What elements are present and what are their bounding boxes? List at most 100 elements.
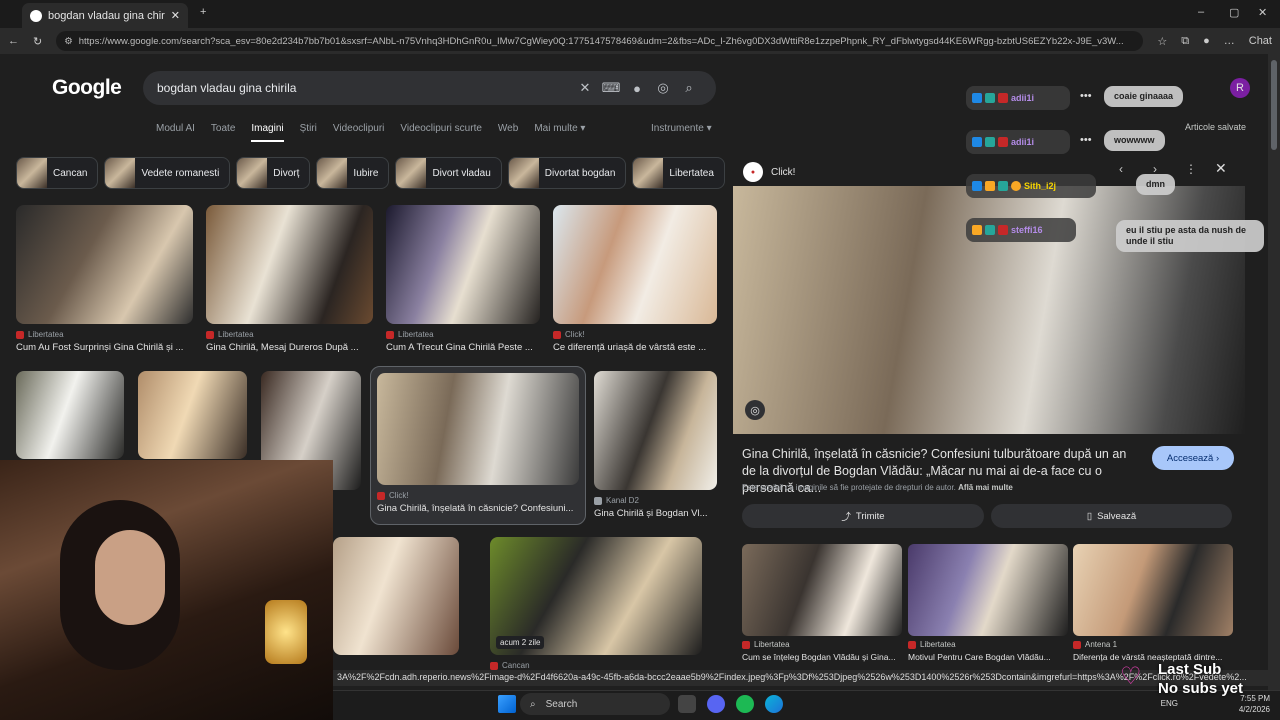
page-scrollbar[interactable] [1268,54,1280,697]
edge-icon[interactable] [765,695,783,713]
clear-icon[interactable]: ✕ [572,80,598,96]
result-thumbnail [206,205,373,324]
related-source: Libertatea [742,640,902,649]
search-input[interactable]: bogdan vladau gina chirila [157,81,572,95]
close-window-icon[interactable]: ✕ [1258,6,1267,19]
lens-icon[interactable]: ◎ [650,80,676,96]
learn-more-link[interactable]: Află mai multe [958,483,1013,492]
task-view-icon[interactable] [678,695,696,713]
tab-videos[interactable]: Videoclipuri [333,123,385,142]
related-image[interactable]: Libertatea Motivul Pentru Care Bogdan Vl… [908,544,1068,662]
chip-iubire[interactable]: Iubire [316,157,390,189]
microphone-icon[interactable]: ● [624,81,650,96]
chip-libertatea[interactable]: Libertatea [632,157,725,189]
image-result[interactable]: Kanal D2 Gina Chirilă și Bogdan Vl... [594,371,717,519]
url-text: https://www.google.com/search?sca_esv=80… [78,35,1124,47]
image-result[interactable] [16,371,124,459]
spotify-icon[interactable] [736,695,754,713]
taskbar-search[interactable]: ⌕ Search [520,693,670,715]
close-tab-icon[interactable]: ✕ [171,9,180,22]
extensions-icon[interactable]: ⧉ [1181,35,1189,48]
related-source: Antena 1 [1073,640,1233,649]
menu-dots-icon[interactable]: … [1224,35,1235,47]
tab-short-videos[interactable]: Videoclipuri scurte [400,123,482,142]
share-button[interactable]: ⤴ Trimite [742,504,984,528]
last-sub-widget: Last Sub No subs yet [1158,660,1243,698]
tab-more[interactable]: Mai multe ▾ [534,123,585,142]
save-button[interactable]: ▯ Salvează [991,504,1232,528]
image-result[interactable]: Libertatea Gina Chirilă, Mesaj Dureros D… [206,205,373,353]
google-logo[interactable]: Google [52,76,122,100]
reload-icon[interactable]: ↻ [33,35,42,48]
url-field[interactable]: ⚙ https://www.google.com/search?sca_esv=8… [56,31,1144,51]
close-preview-icon[interactable]: ✕ [1215,160,1227,177]
chip-label: Divort vladau [432,167,491,179]
chip-vedete[interactable]: Vedete romanesti [104,157,231,189]
language-indicator[interactable]: ENG [1161,698,1178,709]
image-result[interactable]: Click! Ce diferență uriașă de vârstă est… [553,205,717,353]
result-source: Libertatea [386,330,540,339]
copilot-chat-button[interactable]: Chat [1249,35,1272,47]
chip-divort-vladau[interactable]: Divort vladau [395,157,502,189]
tab-ai[interactable]: Modul AI [156,123,195,142]
search-icon[interactable]: ⌕ [676,80,702,96]
result-caption: Cum Au Fost Surprinși Gina Chirilă și ..… [16,342,184,353]
result-source: Libertatea [16,330,193,339]
windows-start-icon[interactable] [498,695,516,713]
chat-dots-icon: ••• [1080,90,1092,102]
chip-thumbnail [17,158,47,188]
clock-date[interactable]: 4/2/2026 [1239,704,1270,715]
result-thumbnail [594,371,717,490]
tab-news[interactable]: Știri [300,123,317,142]
site-info-icon[interactable]: ⚙ [64,36,73,47]
tab-web[interactable]: Web [498,123,518,142]
minimize-icon[interactable]: – [1198,6,1204,18]
tools-button[interactable]: Instrumente ▾ [651,123,712,134]
preview-source[interactable]: Click! [771,167,795,178]
related-source: Libertatea [908,640,1068,649]
chat-message: eu il stiu pe asta da nush de unde il st… [1116,220,1264,252]
taskbar-search-label: Search [545,698,578,710]
image-result[interactable] [333,537,459,655]
chip-label: Divorț [273,167,300,179]
discord-icon[interactable] [707,695,725,713]
tab-images[interactable]: Imagini [251,123,284,142]
bookmark-icon: ▯ [1086,510,1093,522]
related-image[interactable]: Antena 1 Diferența de vârstă neașteptată… [1073,544,1233,662]
keyboard-icon[interactable]: ⌨ [598,80,624,96]
related-thumbnail [742,544,902,636]
maximize-icon[interactable]: ▢ [1229,6,1239,19]
image-result-selected[interactable]: Click! Gina Chirilă, înșelată în căsnici… [370,366,586,525]
chat-user-tag: Sith_i2j [966,174,1096,198]
back-icon[interactable]: ← [8,35,19,47]
lens-search-icon[interactable]: ◎ [745,400,765,420]
related-image[interactable]: Libertatea Cum se înțeleg Bogdan Vlădău … [742,544,902,662]
clock-time[interactable]: 7:55 PM [1239,693,1270,704]
streamer-webcam [0,460,333,720]
tab-all[interactable]: Toate [211,123,235,142]
tab-title: bogdan vladau gina chirila - Căutare [48,9,165,22]
more-options-icon[interactable]: ⋮ [1185,162,1197,176]
google-favicon-icon [30,9,42,22]
scrollbar-thumb[interactable] [1271,60,1277,150]
browser-tab[interactable]: bogdan vladau gina chirila - Căutare ✕ [22,3,188,28]
account-avatar[interactable]: R [1230,78,1250,98]
new-tab-icon[interactable]: + [200,6,206,18]
image-result[interactable]: Libertatea Cum Au Fost Surprinși Gina Ch… [16,205,193,353]
visit-button[interactable]: Accesează › [1152,446,1234,470]
favorite-star-icon[interactable]: ☆ [1157,35,1167,48]
webcam-face [95,530,165,625]
result-caption: Gina Chirilă, înșelată în căsnicie? Conf… [377,503,574,514]
chip-cancan[interactable]: Cancan [16,157,99,189]
chip-divort[interactable]: Divorț [236,157,311,189]
chat-user-tag: adii1i [966,130,1070,154]
profile-avatar-icon[interactable]: ● [1203,35,1210,47]
chip-divortat-bogdan[interactable]: Divortat bogdan [507,157,627,189]
image-result[interactable]: Libertatea Cum A Trecut Gina Chirilă Pes… [386,205,540,353]
prev-image-icon[interactable]: ‹ [1119,162,1123,176]
image-result[interactable]: acum 2 zile Cancan [490,537,702,670]
image-result[interactable] [138,371,247,459]
saved-articles-link[interactable]: Articole salvate [1185,122,1246,132]
webcam-lamp [265,600,307,664]
search-box[interactable]: bogdan vladau gina chirila ✕ ⌨ ● ◎ ⌕ [143,71,716,105]
